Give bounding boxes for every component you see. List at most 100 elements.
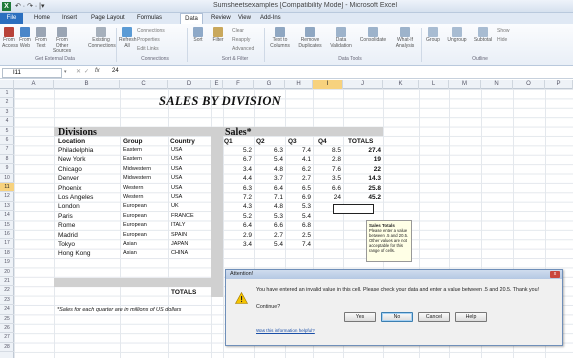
quick-access-toolbar[interactable]: ↶ · ↷ · |▾ xyxy=(15,2,45,10)
data-validation-button[interactable]: Data Validation xyxy=(328,27,354,49)
tab-data[interactable]: Data xyxy=(180,13,203,24)
table-cell[interactable]: Western xyxy=(123,193,168,202)
table-cell[interactable]: 6.2 xyxy=(285,165,311,174)
table-cell[interactable]: 6.4 xyxy=(223,221,252,230)
table-cell[interactable]: SPAIN xyxy=(171,231,211,240)
column-header[interactable]: B xyxy=(54,80,120,89)
row-header[interactable]: 28 xyxy=(0,343,14,353)
existing-connections-button[interactable]: Existing Connections xyxy=(88,27,116,49)
table-cell[interactable]: 27.4 xyxy=(343,146,381,155)
table-cell[interactable]: 7.2 xyxy=(223,193,252,202)
row-header[interactable]: 4 xyxy=(0,117,14,127)
row-header[interactable]: 8 xyxy=(0,155,14,165)
table-cell[interactable]: European xyxy=(123,231,168,240)
table-cell[interactable]: Paris xyxy=(58,212,120,221)
row-header[interactable]: 20 xyxy=(0,268,14,277)
row-header[interactable]: 5 xyxy=(0,127,14,136)
dialog-close-button[interactable]: x xyxy=(550,271,560,278)
table-cell[interactable]: 6.3 xyxy=(254,146,283,155)
table-cell[interactable]: Denver xyxy=(58,174,120,183)
table-cell[interactable]: USA xyxy=(171,174,211,183)
yes-button[interactable]: Yes xyxy=(344,312,376,322)
from-text-button[interactable]: From Text xyxy=(34,27,48,49)
table-cell[interactable]: Phoenix xyxy=(58,184,120,193)
table-cell[interactable]: CHINA xyxy=(171,249,211,258)
table-cell[interactable]: London xyxy=(58,202,120,211)
column-header[interactable]: N xyxy=(481,80,513,89)
table-cell[interactable]: 3.7 xyxy=(254,174,283,183)
select-all-corner[interactable] xyxy=(0,80,14,89)
table-cell[interactable]: USA xyxy=(171,146,211,155)
table-cell[interactable]: European xyxy=(123,221,168,230)
from-other-sources-button[interactable]: From Other Sources xyxy=(50,27,74,55)
table-cell[interactable]: 4.8 xyxy=(254,165,283,174)
table-cell[interactable]: Western xyxy=(123,184,168,193)
insert-function-icon[interactable]: fx xyxy=(95,68,100,74)
table-cell[interactable]: European xyxy=(123,202,168,211)
table-cell[interactable]: 2.7 xyxy=(285,174,311,183)
row-header[interactable]: 23 xyxy=(0,296,14,306)
tab-review[interactable]: Review xyxy=(211,14,231,23)
table-cell[interactable]: 7.6 xyxy=(313,165,341,174)
row-header[interactable]: 10 xyxy=(0,174,14,183)
table-cell[interactable]: 6.6 xyxy=(254,221,283,230)
table-cell[interactable]: ITALY xyxy=(171,221,211,230)
column-header[interactable]: H xyxy=(285,80,313,89)
row-header[interactable]: 1 xyxy=(0,89,14,99)
table-cell[interactable]: 6.6 xyxy=(313,184,341,193)
table-cell[interactable]: 5.4 xyxy=(254,155,283,164)
table-cell[interactable]: 2.7 xyxy=(254,231,283,240)
text-to-columns-button[interactable]: Text to Columns xyxy=(268,27,292,49)
hide-detail-link[interactable]: Hide xyxy=(497,37,507,43)
row-header-selected[interactable]: 11 xyxy=(0,183,14,193)
group-button[interactable]: Group xyxy=(424,27,442,44)
row-header[interactable]: 14 xyxy=(0,211,14,221)
table-cell[interactable]: European xyxy=(123,212,168,221)
row-header[interactable]: 24 xyxy=(0,305,14,315)
table-cell[interactable]: Midwestern xyxy=(123,165,168,174)
connections-link[interactable]: Connections xyxy=(137,28,165,34)
column-header[interactable]: K xyxy=(383,80,419,89)
column-header[interactable]: J xyxy=(343,80,383,89)
table-cell[interactable]: 4.4 xyxy=(223,174,252,183)
table-cell[interactable]: 7.1 xyxy=(254,193,283,202)
table-cell[interactable]: 6.9 xyxy=(285,193,311,202)
table-cell[interactable]: Hong Kong xyxy=(58,249,120,258)
advanced-link[interactable]: Advanced xyxy=(232,46,254,52)
table-cell[interactable]: 2.9 xyxy=(223,231,252,240)
show-detail-link[interactable]: Show xyxy=(497,28,510,34)
tab-add-ins[interactable]: Add-Ins xyxy=(260,14,281,23)
row-header[interactable]: 12 xyxy=(0,192,14,202)
subtotal-button[interactable]: Subtotal xyxy=(472,27,494,44)
table-cell[interactable]: Asian xyxy=(123,249,168,258)
table-cell[interactable]: 5.3 xyxy=(285,202,311,211)
row-header[interactable]: 17 xyxy=(0,239,14,249)
table-cell[interactable]: New York xyxy=(58,155,120,164)
table-cell[interactable]: 24 xyxy=(313,193,341,202)
table-cell[interactable]: 7.4 xyxy=(285,146,311,155)
table-cell[interactable]: USA xyxy=(171,165,211,174)
table-cell[interactable]: 8.5 xyxy=(313,146,341,155)
table-cell[interactable]: UK xyxy=(171,202,211,211)
table-cell[interactable]: Midwestern xyxy=(123,174,168,183)
clear-link[interactable]: Clear xyxy=(232,28,244,34)
column-header[interactable]: O xyxy=(513,80,545,89)
name-box-dropdown-icon[interactable]: ▾ xyxy=(64,69,67,75)
consolidate-button[interactable]: Consolidate xyxy=(358,27,388,44)
row-header[interactable]: 16 xyxy=(0,230,14,240)
column-header[interactable]: M xyxy=(449,80,481,89)
tab-formulas[interactable]: Formulas xyxy=(137,14,162,23)
table-cell[interactable]: 22 xyxy=(343,165,381,174)
column-header[interactable]: D xyxy=(168,80,211,89)
table-cell[interactable]: 3.5 xyxy=(313,174,341,183)
row-header[interactable]: 27 xyxy=(0,333,14,343)
active-cell[interactable] xyxy=(333,204,374,214)
table-cell[interactable]: Philadelphia xyxy=(58,146,120,155)
table-cell[interactable]: 3.4 xyxy=(223,240,252,249)
table-cell[interactable]: 5.4 xyxy=(254,240,283,249)
table-cell[interactable]: 5.3 xyxy=(254,212,283,221)
filter-button[interactable]: Filter xyxy=(209,27,227,44)
name-box[interactable]: I11 xyxy=(2,68,62,78)
table-cell[interactable]: 4.8 xyxy=(254,202,283,211)
table-cell[interactable]: 5.2 xyxy=(223,212,252,221)
